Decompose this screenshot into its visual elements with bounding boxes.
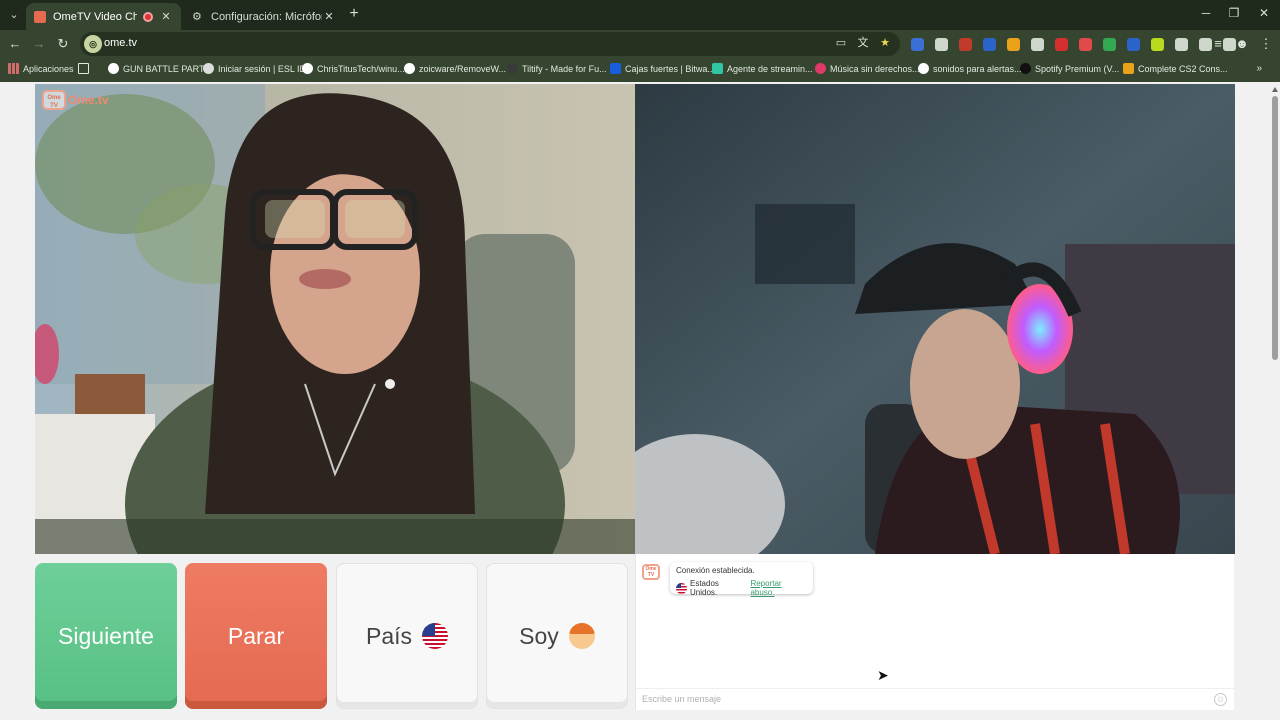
more-bookmarks-icon[interactable]: » <box>1256 63 1262 74</box>
bookmark-item[interactable]: Iniciar sesión | ESL ID <box>203 63 306 74</box>
tab-title: Configuración: Micrófono <box>211 10 322 23</box>
next-button[interactable]: Siguiente <box>35 563 177 709</box>
boy-emoji-icon <box>568 623 595 649</box>
new-tab-button[interactable]: + <box>345 5 363 23</box>
cs2-icon <box>1123 63 1134 74</box>
browser-menu-icon[interactable]: ⋮ <box>1257 35 1275 53</box>
report-abuse-link[interactable]: Reportar abuso. <box>750 579 807 597</box>
tab-microphone-settings[interactable]: ⚙ Configuración: Micrófono ✕ <box>184 3 344 30</box>
country-button-label: País <box>365 622 413 649</box>
tab-strip: ⌄ OmeTV Video Chat — Ome ✕ ⚙ Configuraci… <box>0 0 1280 30</box>
music-icon <box>815 63 826 74</box>
spotify-icon <box>1020 63 1031 74</box>
system-message-bubble: Conexión establecida. Estados Unidos. Re… <box>670 562 813 597</box>
tab-ometv[interactable]: OmeTV Video Chat — Ome ✕ <box>26 3 181 30</box>
browser-extension-icon[interactable] <box>1007 38 1020 51</box>
browser-extension-icon[interactable] <box>1079 38 1092 51</box>
ometv-logo-text: Ome.tv <box>68 93 109 107</box>
apps-grid-icon <box>8 63 19 74</box>
bookmark-item[interactable]: sonidos para alertas... <box>918 63 1022 74</box>
bookmark-item[interactable]: Complete CS2 Cons... <box>1123 63 1228 74</box>
browser-extension-icon[interactable] <box>1175 38 1188 51</box>
profile-avatar-icon[interactable]: ☻ <box>1233 35 1251 53</box>
tab-search-chevron-icon[interactable]: ⌄ <box>4 5 24 25</box>
globe-icon <box>108 63 119 74</box>
settings-gear-icon: ⚙ <box>192 10 202 23</box>
bookmark-item[interactable]: Agente de streamin... <box>712 63 813 74</box>
browser-extension-icon[interactable] <box>983 38 996 51</box>
self-video <box>635 84 1235 554</box>
stranger-video-frame <box>35 84 635 554</box>
github-icon <box>404 63 415 74</box>
tab-close-icon[interactable]: ✕ <box>159 10 173 23</box>
google-icon <box>918 63 929 74</box>
chat-input-placeholder: Escribe un mensaje <box>642 694 722 704</box>
url-text[interactable]: ome.tv <box>104 37 137 49</box>
streaming-icon <box>712 63 723 74</box>
translate-icon[interactable]: 文 <box>856 36 870 50</box>
bookmark-item[interactable]: Cajas fuertes | Bitwa... <box>610 63 715 74</box>
tab-close-icon[interactable]: ✕ <box>322 10 336 23</box>
recording-indicator-icon <box>143 11 153 22</box>
ometv-chat-avatar-icon: Ome TV <box>642 564 660 580</box>
bitwarden-icon <box>610 63 621 74</box>
gender-button-label: Soy <box>519 622 559 649</box>
us-flag-small-icon <box>676 582 687 594</box>
bookmark-item[interactable]: Tiltify - Made for Fu... <box>507 63 607 74</box>
next-button-label: Siguiente <box>58 622 154 649</box>
stop-button-label: Parar <box>227 622 285 649</box>
self-video-frame <box>635 84 1235 554</box>
bookmarks-bar: Aplicaciones GUN BATTLE PARTY Iniciar se… <box>0 58 1280 82</box>
grid-icon <box>78 63 89 74</box>
scroll-up-arrow-icon[interactable] <box>1272 87 1278 92</box>
reload-icon[interactable]: ↻ <box>54 35 72 53</box>
connection-status-text: Conexión establecida. <box>676 566 755 575</box>
us-flag-icon <box>422 623 449 649</box>
partner-country-text: Estados Unidos. <box>690 579 719 597</box>
ometv-favicon-icon <box>34 10 46 23</box>
maximize-button[interactable]: ❐ <box>1224 6 1244 20</box>
bookmark-item[interactable]: Spotify Premium (V... <box>1020 63 1119 74</box>
site-info-icon[interactable]: ◎ <box>84 35 102 53</box>
mouse-cursor-icon: ➤ <box>877 667 889 683</box>
browser-extension-icon[interactable] <box>1127 38 1140 51</box>
browser-extension-icon[interactable] <box>959 38 972 51</box>
esl-icon <box>203 63 214 74</box>
browser-extension-icon[interactable] <box>911 38 924 51</box>
gender-button[interactable]: Soy <box>486 563 628 709</box>
close-window-button[interactable]: ✕ <box>1254 6 1274 20</box>
bookmark-item[interactable]: ChrisTitusTech/winu... <box>302 63 405 74</box>
scrollbar-thumb[interactable] <box>1272 96 1278 360</box>
stranger-video <box>35 84 635 554</box>
github-icon <box>302 63 313 74</box>
bookmark-item[interactable]: GUN BATTLE PARTY <box>108 63 211 74</box>
chat-panel: Ome TV Conexión establecida. Estados Uni… <box>635 554 1235 710</box>
forward-arrow-icon[interactable]: → <box>30 35 48 53</box>
emoji-picker-icon[interactable]: ☺ <box>1214 693 1227 706</box>
bookmark-grid-item[interactable] <box>78 63 93 74</box>
browser-extension-icon[interactable] <box>1103 38 1116 51</box>
stop-button[interactable]: Parar <box>185 563 327 709</box>
bookmark-item[interactable]: Música sin derechos... <box>815 63 920 74</box>
bookmark-item[interactable]: Aplicaciones <box>8 63 74 74</box>
ometv-logo[interactable]: Ome TV Ome.tv <box>42 90 109 110</box>
country-filter-button[interactable]: País <box>336 563 478 709</box>
chat-message-input[interactable]: Escribe un mensaje ☺ <box>636 688 1235 710</box>
tab-title: OmeTV Video Chat — Ome <box>53 10 137 23</box>
minimize-button[interactable]: ─ <box>1196 6 1216 20</box>
back-arrow-icon[interactable]: ← <box>6 35 24 53</box>
bookmark-item[interactable]: zoicware/RemoveW... <box>404 63 506 74</box>
reading-list-icon[interactable]: ≡ <box>1209 35 1227 53</box>
bookmark-star-icon[interactable]: ★ <box>878 36 892 50</box>
cast-icon[interactable]: ▭ <box>834 36 848 50</box>
browser-extension-icon[interactable] <box>1151 38 1164 51</box>
address-bar[interactable]: ◎ ome.tv ▭ 文 ★ <box>80 32 900 56</box>
tiltify-icon <box>507 63 518 74</box>
browser-extension-icon[interactable] <box>1031 38 1044 51</box>
ometv-logo-icon: Ome TV <box>42 90 66 110</box>
browser-extension-icon[interactable] <box>935 38 948 51</box>
browser-extension-icon[interactable] <box>1055 38 1068 51</box>
